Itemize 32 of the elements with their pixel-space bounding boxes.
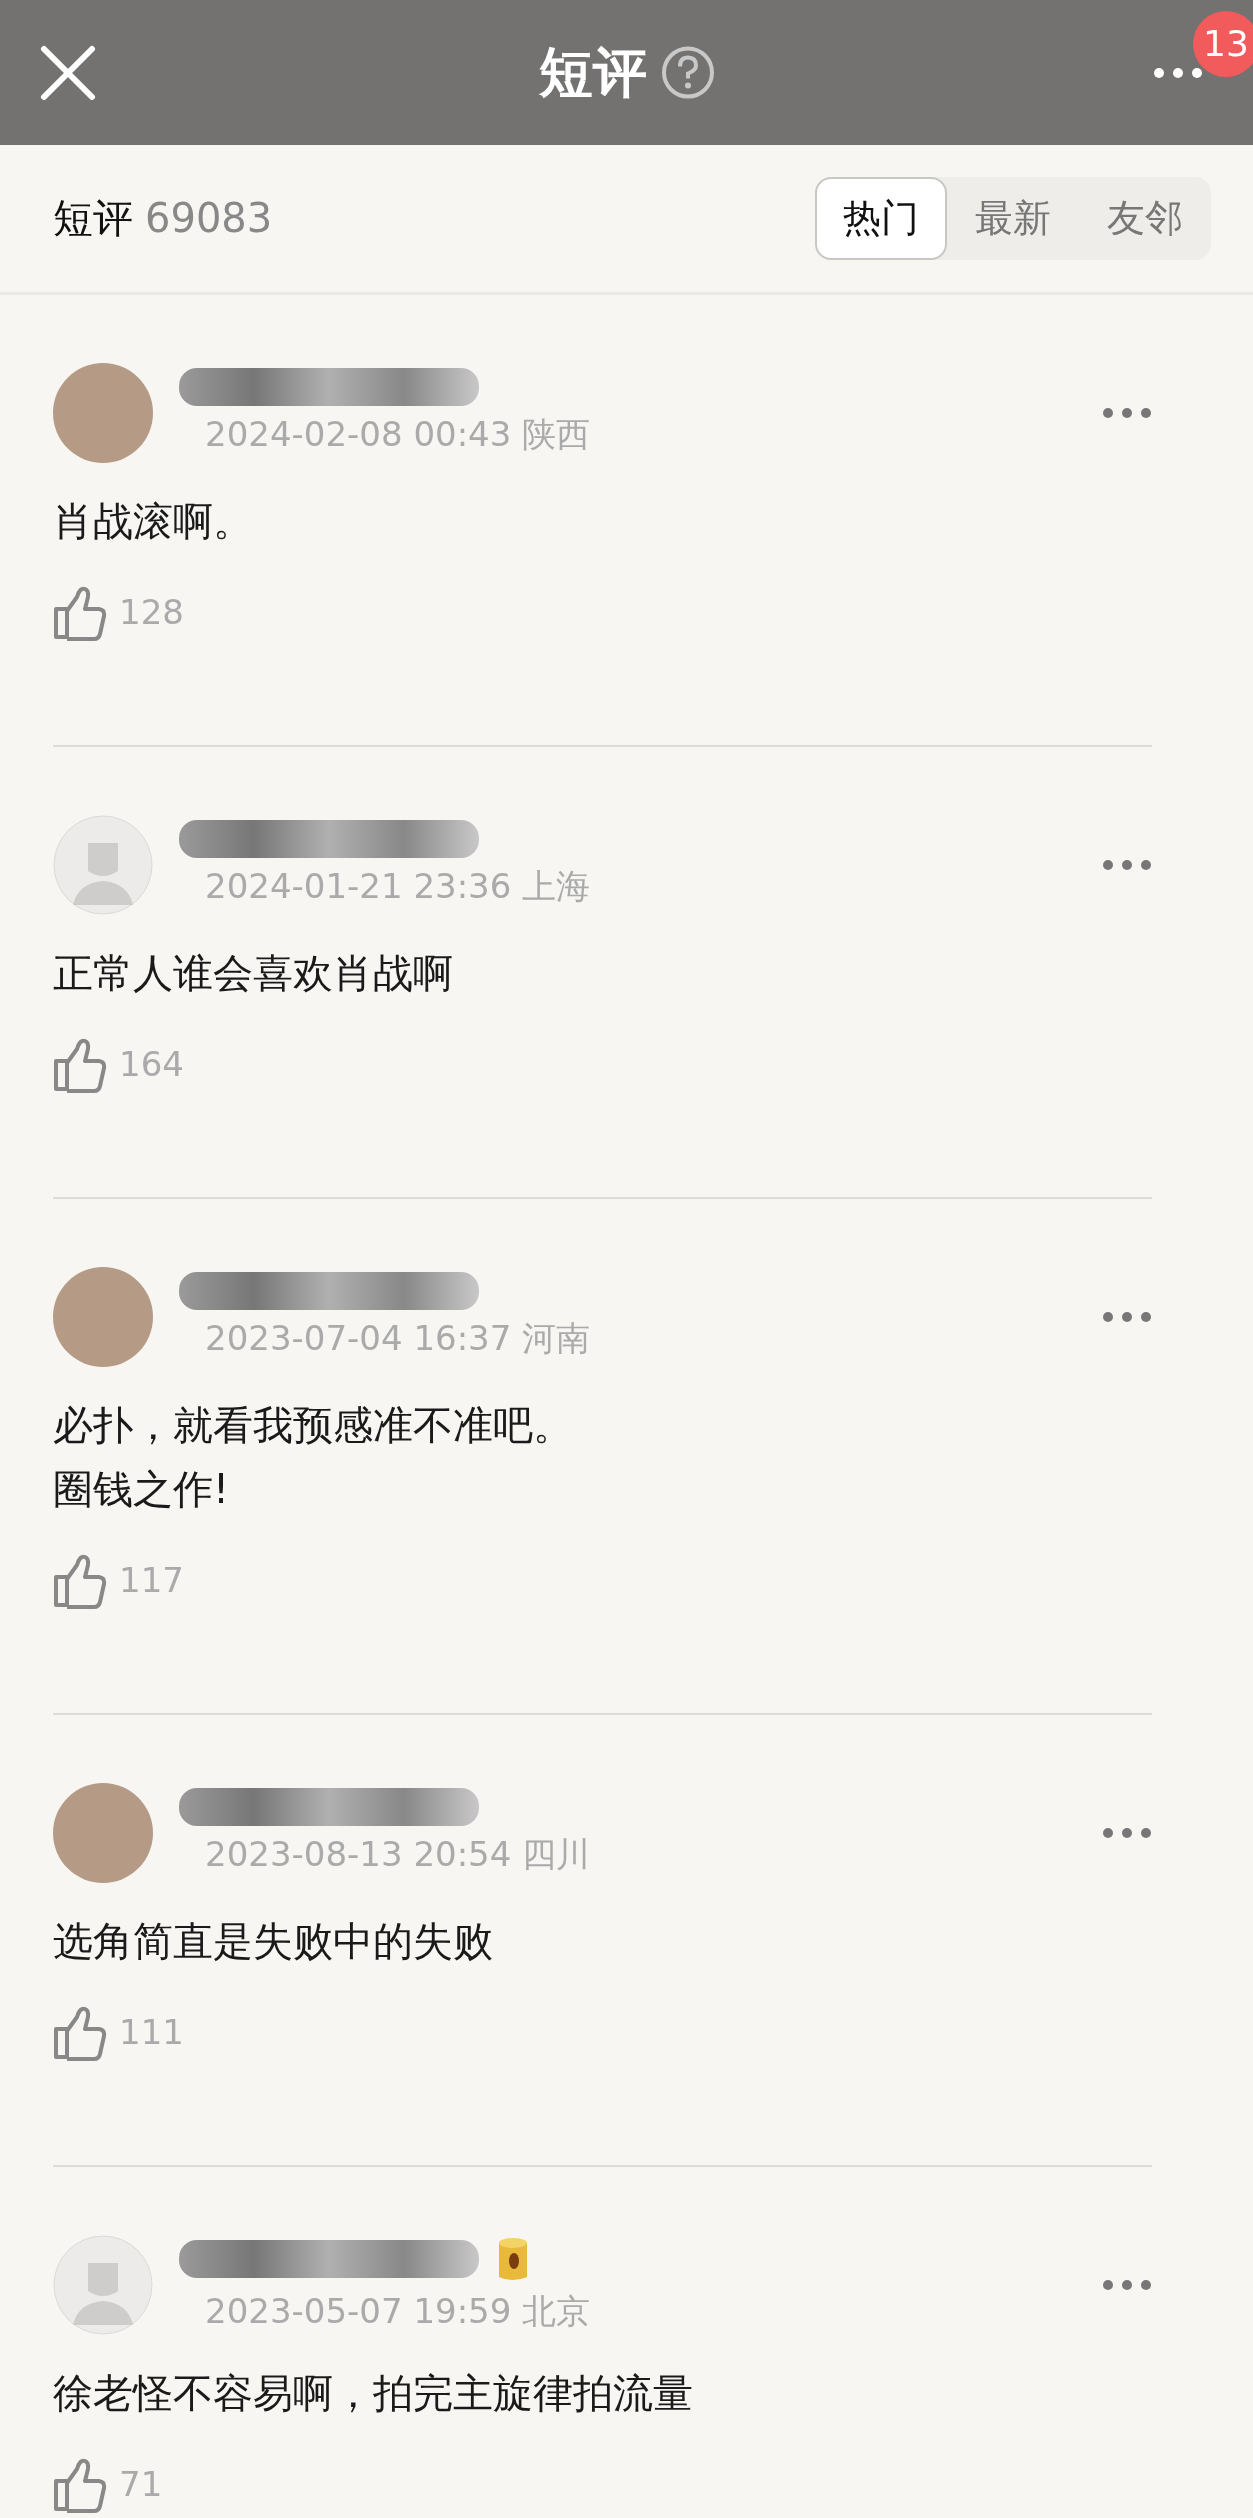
- comment-text: 徐老怪不容易啊，拍完主旋律拍流量: [53, 2369, 693, 2418]
- sort-tab[interactable]: 最新: [947, 177, 1079, 260]
- comment-text: 圈钱之作!: [53, 1465, 230, 1514]
- more-icon[interactable]: [1102, 1827, 1152, 1839]
- comment-meta: 2023-08-13 20:54 四川: [205, 1833, 592, 1876]
- comment-text: 肖战滚啊。: [53, 497, 253, 546]
- comment-text: 必扑，就看我预感准不准吧。: [53, 1401, 573, 1450]
- more-icon[interactable]: [1102, 859, 1152, 871]
- more-icon[interactable]: [1102, 1311, 1152, 1323]
- more-icon[interactable]: [1102, 2279, 1152, 2291]
- sort-tab[interactable]: 热门: [815, 177, 947, 260]
- like-count: 128: [119, 592, 184, 632]
- like-count: 111: [119, 2012, 184, 2052]
- comment-text: 选角简直是失败中的失败: [53, 1917, 493, 1966]
- like-count: 117: [119, 1560, 184, 1600]
- close-button[interactable]: [40, 44, 96, 101]
- comment-text: 正常人谁会喜欢肖战啊: [53, 949, 453, 998]
- review-count: 69083: [145, 195, 273, 241]
- section-label: 短评: [53, 195, 133, 241]
- comment-meta: 2024-01-21 23:36 上海: [205, 865, 592, 908]
- like-count: 71: [119, 2464, 163, 2504]
- comment-meta: 2023-07-04 16:37 河南: [205, 1317, 592, 1360]
- comment-meta: 2024-02-08 00:43 陕西: [205, 413, 592, 456]
- sort-tab[interactable]: 友邻: [1079, 177, 1211, 260]
- more-icon[interactable]: [1153, 66, 1203, 79]
- comment-meta: 2023-05-07 19:59 北京: [205, 2290, 592, 2333]
- close-icon: [40, 44, 96, 101]
- like-count: 164: [119, 1044, 184, 1084]
- help-icon[interactable]: [660, 45, 715, 100]
- more-icon[interactable]: [1102, 407, 1152, 419]
- page-title: 短评: [538, 39, 647, 105]
- notification-badge: 13: [1193, 10, 1253, 77]
